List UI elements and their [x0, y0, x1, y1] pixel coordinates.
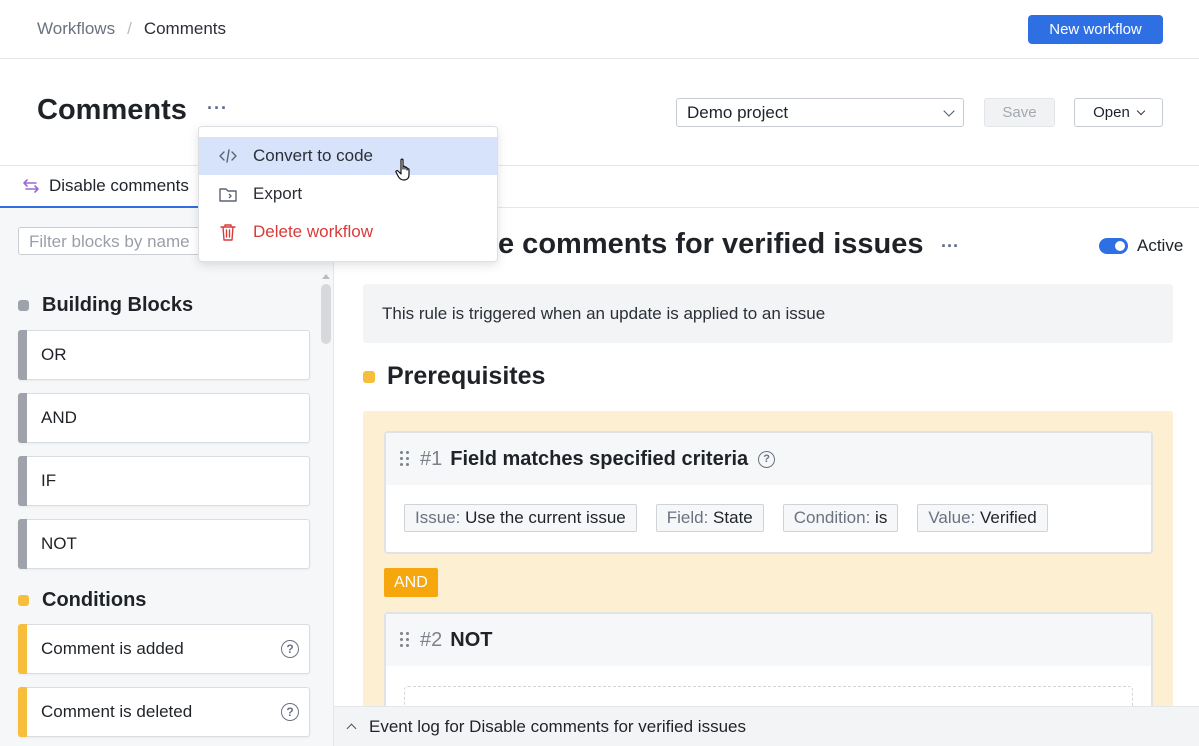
block-label: OR	[41, 345, 67, 364]
export-icon	[218, 186, 238, 202]
active-label: Active	[1137, 236, 1184, 255]
trash-icon	[218, 223, 238, 241]
block-or[interactable]: OR	[18, 330, 310, 380]
block-if[interactable]: IF	[18, 456, 310, 506]
actions-menu: Convert to code Export Delete workflow	[198, 126, 498, 262]
card-header: #1 Field matches specified criteria ?	[386, 433, 1151, 485]
open-button[interactable]: Open	[1074, 98, 1163, 127]
active-toggle[interactable]	[1099, 238, 1128, 254]
menu-item-convert-to-code[interactable]: Convert to code	[199, 137, 497, 175]
scroll-up-arrow[interactable]	[322, 274, 330, 279]
section-dot	[363, 370, 375, 383]
card-name: NOT	[450, 628, 493, 651]
help-icon[interactable]: ?	[281, 703, 299, 721]
chip-value: Use the current issue	[465, 508, 626, 527]
breadcrumb: Workflows / Comments	[37, 19, 226, 39]
criteria-chips: Issue: Use the current issue Field: Stat…	[386, 485, 1151, 552]
tab-label: Disable comments	[49, 176, 189, 195]
block-label: AND	[41, 408, 77, 427]
hand-cursor-icon	[395, 158, 413, 184]
filter-blocks-input[interactable]: Filter blocks by name	[18, 227, 218, 255]
prerequisites-title: Prerequisites	[387, 362, 546, 390]
project-select[interactable]: Demo project	[676, 98, 964, 127]
code-icon	[218, 149, 238, 163]
card-number: #1	[420, 447, 443, 470]
swap-arrows-icon	[22, 178, 40, 194]
chip-value: State	[713, 508, 753, 527]
new-workflow-button[interactable]: New workflow	[1028, 15, 1163, 44]
open-button-label: Open	[1093, 104, 1130, 121]
top-bar: Workflows / Comments New workflow	[0, 0, 1199, 59]
trigger-description: This rule is triggered when an update is…	[363, 284, 1173, 343]
drag-handle-icon[interactable]	[400, 451, 410, 467]
chip-value: Verified	[980, 508, 1037, 527]
save-button[interactable]: Save	[984, 98, 1055, 127]
chevron-down-icon	[1136, 106, 1146, 116]
block-label: Comment is added	[41, 639, 184, 658]
project-select-value: Demo project	[687, 102, 789, 122]
help-icon[interactable]: ?	[758, 450, 776, 468]
menu-item-label: Convert to code	[253, 146, 374, 165]
block-label: NOT	[41, 534, 77, 553]
chip-issue[interactable]: Issue: Use the current issue	[404, 504, 637, 532]
block-label: Comment is deleted	[41, 702, 193, 721]
prerequisites-heading: Prerequisites	[363, 362, 545, 391]
building-blocks-heading: Building Blocks	[18, 294, 193, 317]
menu-item-label: Delete workflow	[253, 222, 373, 241]
drag-handle-icon[interactable]	[400, 632, 410, 648]
building-blocks-title: Building Blocks	[42, 294, 194, 316]
card-number: #2	[420, 628, 443, 651]
condition-card-1[interactable]: #1 Field matches specified criteria ? Is…	[384, 431, 1153, 554]
conditions-title: Conditions	[42, 589, 147, 611]
chip-key: Condition:	[793, 508, 871, 527]
chip-key: Issue:	[415, 508, 461, 527]
blocks-sidebar: Filter blocks by name Building Blocks OR…	[0, 208, 334, 746]
chip-value[interactable]: Value: Verified	[917, 504, 1048, 532]
breadcrumb-workflows-link[interactable]: Workflows	[37, 19, 115, 39]
chip-key: Value:	[928, 508, 976, 527]
rule-more-button[interactable]: ···	[941, 236, 959, 257]
block-not[interactable]: NOT	[18, 519, 310, 569]
block-comment-is-added[interactable]: Comment is added ?	[18, 624, 310, 674]
more-actions-button[interactable]: ···	[207, 98, 228, 119]
prerequisites-area: #1 Field matches specified criteria ? Is…	[363, 411, 1173, 742]
breadcrumb-current: Comments	[143, 19, 227, 38]
chip-value: is	[875, 508, 888, 527]
block-comment-is-deleted[interactable]: Comment is deleted ?	[18, 687, 310, 737]
chip-condition[interactable]: Condition: is	[782, 504, 899, 532]
section-dot	[18, 300, 29, 311]
chevron-down-icon	[943, 104, 955, 117]
chip-key: Field:	[666, 508, 709, 527]
card-name: Field matches specified criteria	[450, 447, 749, 470]
rule-title: e comments for verified issues	[498, 228, 924, 260]
event-log-label: Event log for Disable comments for verif…	[369, 716, 746, 736]
help-icon[interactable]: ?	[281, 640, 299, 658]
sidebar-scrollbar[interactable]	[321, 284, 331, 344]
event-log-bar[interactable]: Event log for Disable comments for verif…	[334, 706, 1199, 746]
block-label: IF	[41, 471, 57, 490]
conditions-heading: Conditions	[18, 589, 146, 612]
chip-field[interactable]: Field: State	[655, 504, 764, 532]
menu-item-export[interactable]: Export	[199, 175, 497, 213]
breadcrumb-separator: /	[127, 19, 132, 38]
block-and[interactable]: AND	[18, 393, 310, 443]
menu-item-label: Export	[253, 184, 303, 203]
chevron-up-icon	[346, 723, 357, 734]
menu-item-delete-workflow[interactable]: Delete workflow	[199, 213, 497, 251]
card-header: #2 NOT	[386, 614, 1151, 666]
and-operator-badge[interactable]: AND	[384, 568, 438, 597]
tab-disable-comments[interactable]: Disable comments	[0, 166, 200, 208]
section-dot	[18, 595, 29, 606]
page-title: Comments	[37, 94, 187, 126]
